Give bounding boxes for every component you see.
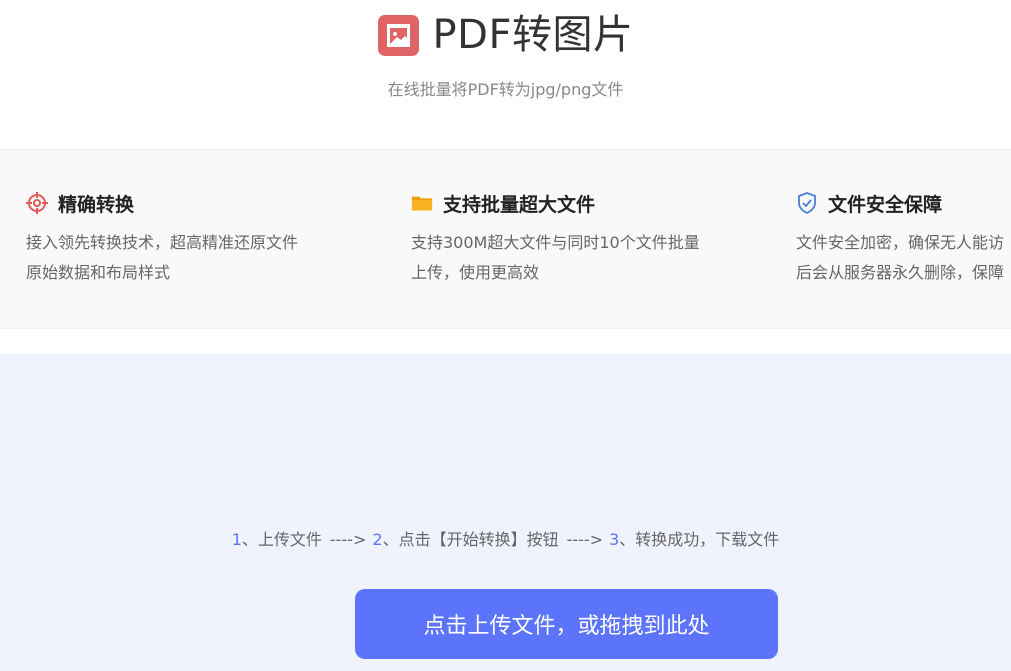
header: PDF转图片 在线批量将PDF转为jpg/png文件 xyxy=(0,0,1011,150)
feature-description: 接入领先转换技术，超高精准还原文件 原始数据和布局样式 xyxy=(26,228,356,288)
feature-head: 文件安全保障 xyxy=(796,188,1011,218)
upload-button-label: 点击上传文件，或拖拽到此处 xyxy=(423,614,710,639)
page-subtitle: 在线批量将PDF转为jpg/png文件 xyxy=(387,80,624,99)
feature-desc-line: 文件安全加密，确保无人能访 xyxy=(796,233,1005,252)
feature-title: 支持批量超大文件 xyxy=(443,193,596,216)
steps-guide: 1、上传文件 ----> 2、点击【开始转换】按钮 ----> 3、转换成功，下载文件 xyxy=(0,526,1011,550)
image-logo-icon xyxy=(377,14,419,56)
step-arrow: ----> xyxy=(329,530,367,549)
step-number: 1 xyxy=(231,530,242,549)
step-text: 、上传文件 xyxy=(241,530,322,549)
upload-button[interactable]: 点击上传文件，或拖拽到此处 xyxy=(355,589,778,659)
page: PDF转图片 在线批量将PDF转为jpg/png文件 精确转换 接入领先转换技术… xyxy=(0,0,1011,671)
step-number: 2 xyxy=(372,530,383,549)
feature-desc-line: 原始数据和布局样式 xyxy=(26,263,171,282)
page-title: PDF转图片 xyxy=(432,12,634,58)
feature-desc-line: 后会从服务器永久删除，保障 xyxy=(796,263,1005,282)
step-text: 、转换成功，下载文件 xyxy=(619,530,780,549)
features-band: 精确转换 接入领先转换技术，超高精准还原文件 原始数据和布局样式 支持批量超大文… xyxy=(0,149,1011,329)
feature-description: 文件安全加密，确保无人能访 后会从服务器永久删除，保障 xyxy=(796,228,1011,288)
feature-title: 精确转换 xyxy=(58,193,135,216)
target-icon xyxy=(26,192,48,214)
feature-title: 文件安全保障 xyxy=(828,193,943,216)
feature-desc-line: 支持300M超大文件与同时10个文件批量 xyxy=(411,233,700,252)
feature-batch-large-files: 支持批量超大文件 支持300M超大文件与同时10个文件批量 上传，使用更高效 xyxy=(411,188,741,288)
step-text: 、点击【开始转换】按钮 xyxy=(382,530,559,549)
step-arrow: ----> xyxy=(566,530,604,549)
feature-desc-line: 接入领先转换技术，超高精准还原文件 xyxy=(26,233,299,252)
feature-head: 支持批量超大文件 xyxy=(411,188,741,218)
feature-head: 精确转换 xyxy=(26,188,356,218)
feature-description: 支持300M超大文件与同时10个文件批量 上传，使用更高效 xyxy=(411,228,741,288)
feature-desc-line: 上传，使用更高效 xyxy=(411,263,540,282)
shield-check-icon xyxy=(796,192,818,214)
upload-dropzone[interactable]: 1、上传文件 ----> 2、点击【开始转换】按钮 ----> 3、转换成功，下载文件 … xyxy=(0,354,1011,671)
feature-precise-conversion: 精确转换 接入领先转换技术，超高精准还原文件 原始数据和布局样式 xyxy=(26,188,356,288)
title-row: PDF转图片 xyxy=(0,10,1011,60)
step-number: 3 xyxy=(609,530,620,549)
folder-icon xyxy=(411,192,433,214)
feature-file-security: 文件安全保障 文件安全加密，确保无人能访 后会从服务器永久删除，保障 xyxy=(796,188,1011,288)
